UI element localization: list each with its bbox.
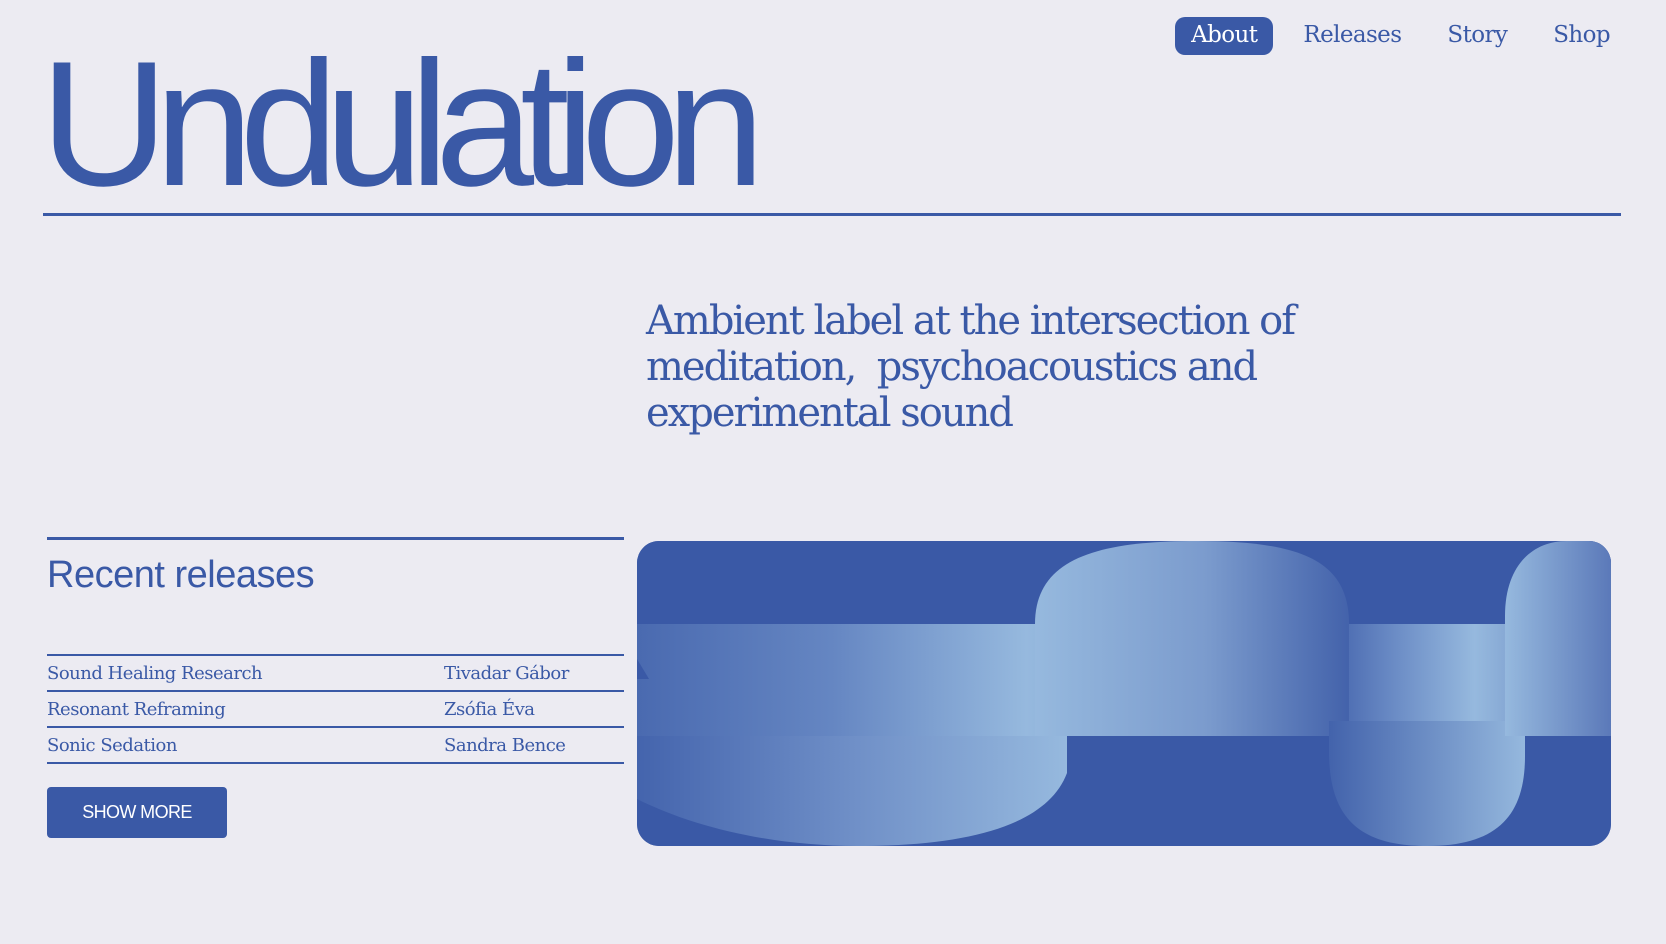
release-row[interactable]: Sound Healing Research Tivadar Gábor xyxy=(47,656,624,692)
release-artist[interactable]: Sandra Bence xyxy=(444,735,566,756)
nav-item-releases[interactable]: Releases xyxy=(1287,17,1417,55)
brand-wordmark[interactable]: Undulation xyxy=(40,35,765,213)
tagline-line-2: meditation, psychoacoustics and xyxy=(646,344,1258,390)
tagline-line-3: experimental sound xyxy=(646,390,1014,436)
wave-artwork-graphic xyxy=(637,541,1611,846)
hero-artwork xyxy=(637,541,1611,846)
releases-divider xyxy=(47,537,624,540)
release-list: Sound Healing Research Tivadar Gábor Res… xyxy=(47,654,624,764)
release-title[interactable]: Sonic Sedation xyxy=(47,735,444,756)
release-row[interactable]: Sonic Sedation Sandra Bence xyxy=(47,728,624,764)
hero-tagline: Ambient label at the intersection of med… xyxy=(646,298,1366,436)
release-artist[interactable]: Zsófia Éva xyxy=(444,699,535,720)
releases-heading: Recent releases xyxy=(47,554,315,596)
header-divider xyxy=(43,213,1621,216)
nav-item-story[interactable]: Story xyxy=(1431,17,1523,55)
art-right-wave xyxy=(1505,541,1611,736)
release-artist[interactable]: Tivadar Gábor xyxy=(444,663,569,684)
art-top-wave xyxy=(1035,541,1349,736)
release-row[interactable]: Resonant Reframing Zsófia Éva xyxy=(47,692,624,728)
recent-releases-section: Recent releases Sound Healing Research T… xyxy=(47,537,624,838)
release-title[interactable]: Resonant Reframing xyxy=(47,699,444,720)
nav-item-shop[interactable]: Shop xyxy=(1537,17,1626,55)
show-more-button[interactable]: SHOW MORE xyxy=(47,787,227,838)
nav-item-about[interactable]: About xyxy=(1175,17,1274,55)
art-mid-wave xyxy=(1329,721,1525,846)
release-title[interactable]: Sound Healing Research xyxy=(47,663,444,684)
main-nav: About Releases Story Shop xyxy=(1175,17,1626,55)
tagline-line-1: Ambient label at the intersection of xyxy=(646,298,1296,344)
